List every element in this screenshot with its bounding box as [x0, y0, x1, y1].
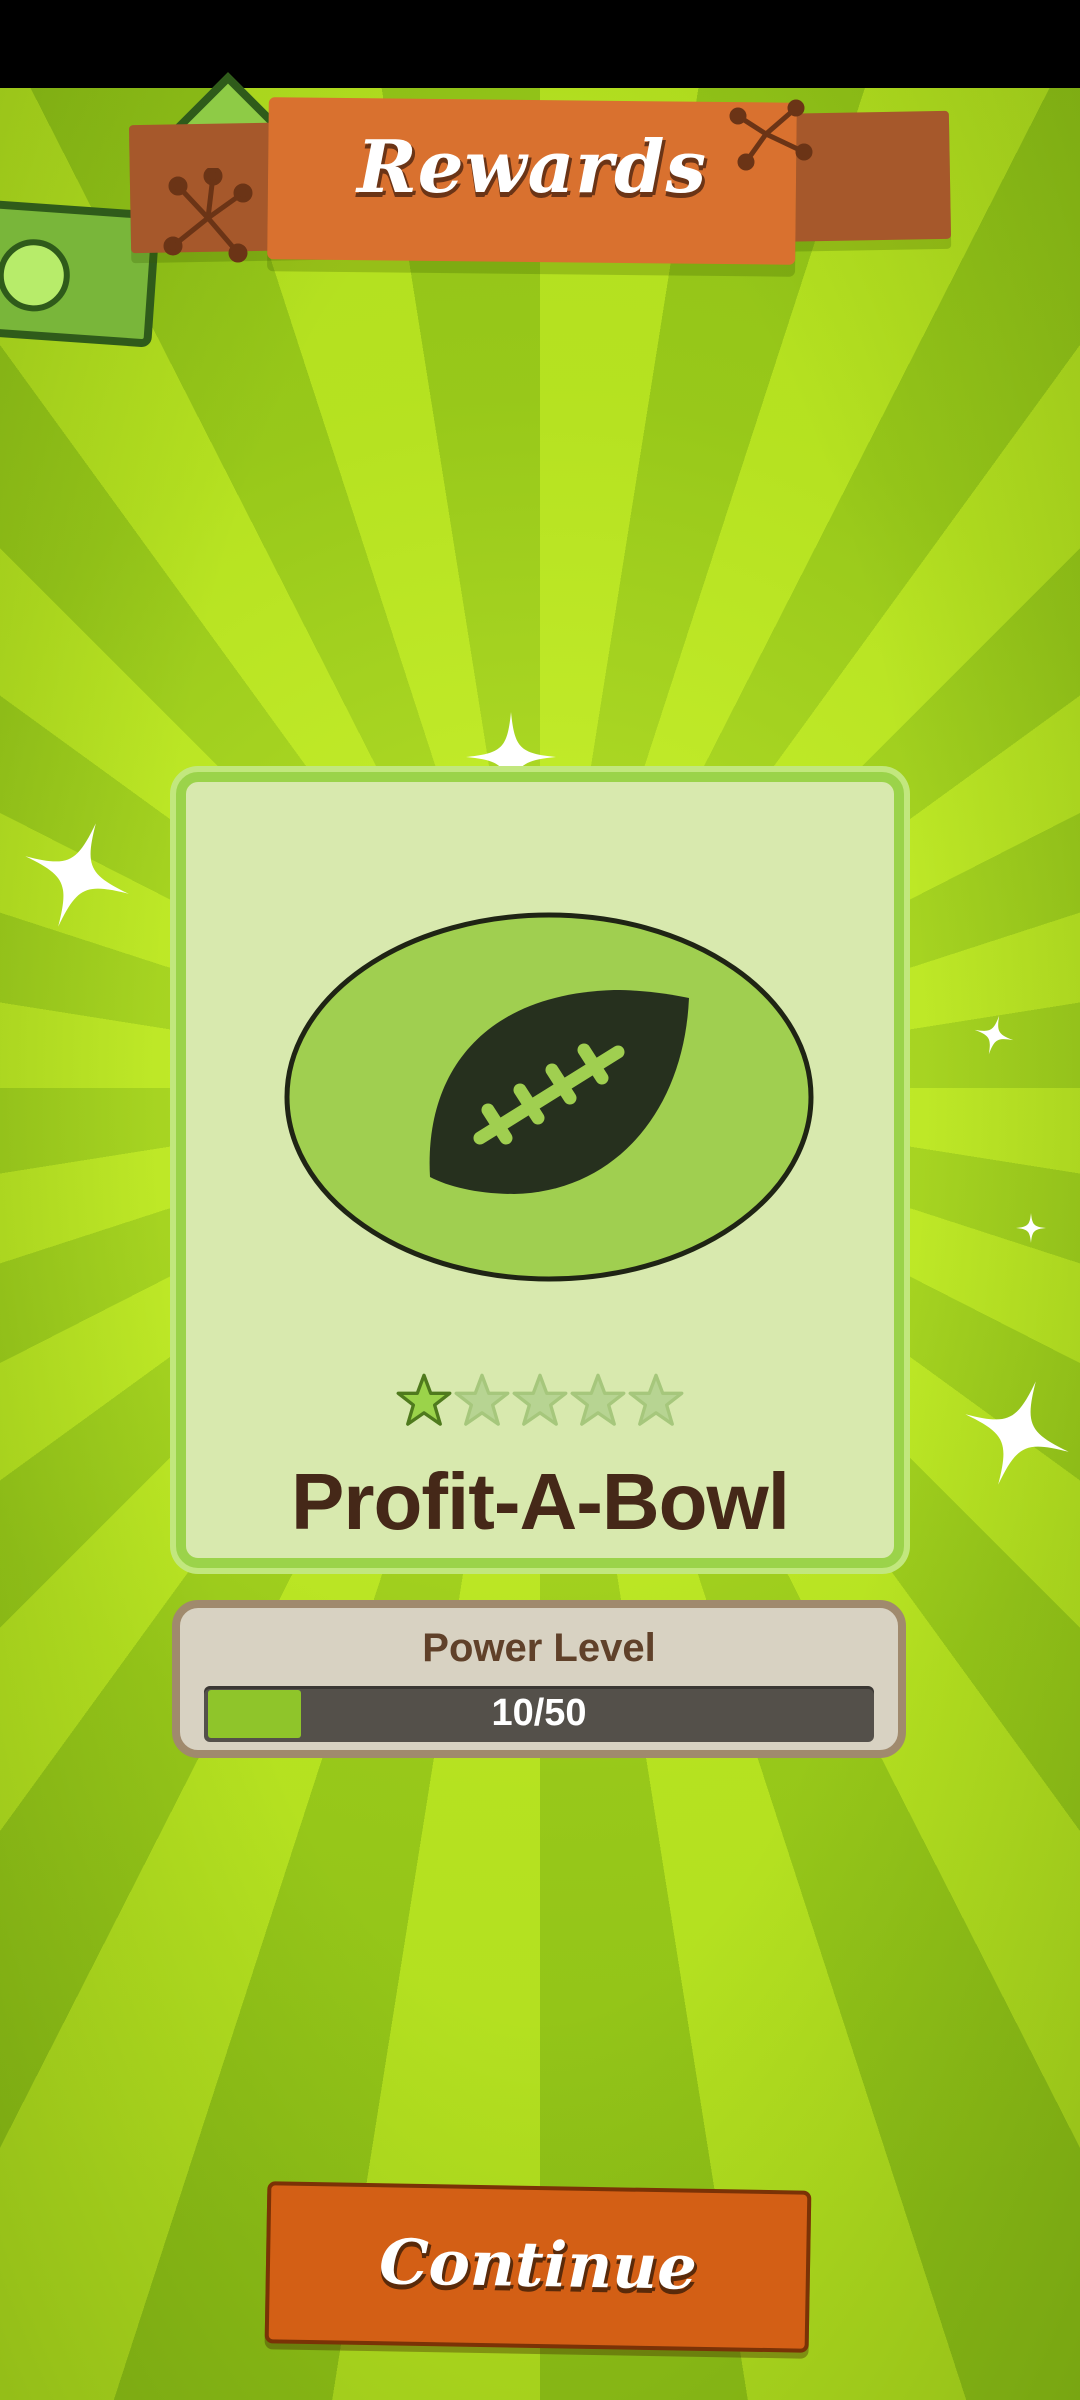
sparkle-icon [974, 1015, 1014, 1055]
star-empty-icon [628, 1373, 684, 1426]
power-level-label: Power Level [422, 1626, 656, 1670]
bill-coin-mark [0, 236, 73, 314]
power-level-panel: Power Level 10/50 [172, 1600, 906, 1758]
sparkle-icon [1016, 1213, 1046, 1243]
star-empty-icon [454, 1373, 510, 1426]
reward-card: Profit-A-Bowl [176, 772, 904, 1568]
atom-decoration-icon [729, 99, 813, 171]
star-empty-icon [570, 1373, 626, 1426]
star-filled-icon [396, 1373, 452, 1426]
continue-button[interactable]: Continue [264, 2181, 812, 2353]
power-level-bar: 10/50 [204, 1686, 874, 1742]
status-bar [0, 0, 1080, 88]
continue-button-label: Continue [378, 2225, 698, 2304]
star-empty-icon [512, 1373, 568, 1426]
reward-name: Profit-A-Bowl [290, 1457, 790, 1546]
sparkle-icon [25, 823, 129, 927]
page-title: Rewards [356, 124, 708, 209]
star-rating [186, 1372, 894, 1428]
football-icon [284, 912, 814, 1282]
power-level-value: 10/50 [491, 1692, 587, 1734]
atom-decoration-icon [163, 168, 253, 263]
sparkle-icon [965, 1381, 1069, 1485]
